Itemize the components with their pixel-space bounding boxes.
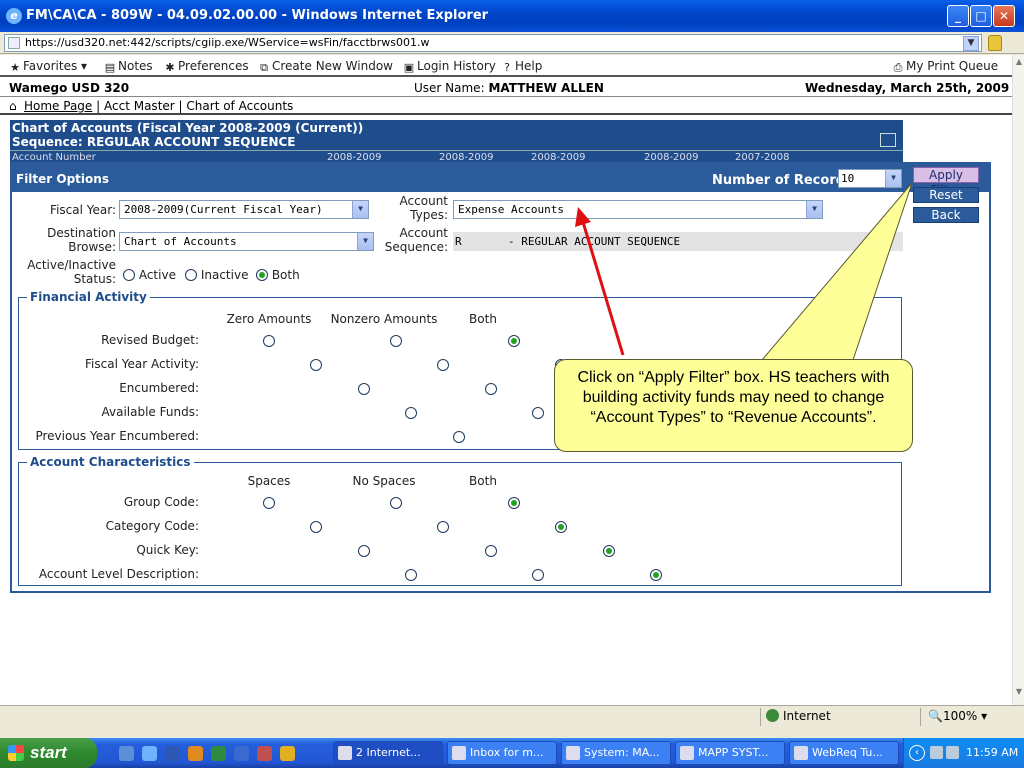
excel-icon[interactable] [211,746,226,761]
clock-app-icon[interactable] [280,746,295,761]
mapp-icon [680,746,694,760]
globe-icon [766,709,779,722]
start-label: start [30,743,67,762]
ie-quicklaunch-icon[interactable] [142,746,157,761]
task-system[interactable]: System: MA... [561,741,671,765]
red-arrow-head [575,207,591,227]
system-icon [566,746,580,760]
app-icon[interactable] [257,746,272,761]
outlook-icon[interactable] [188,746,203,761]
red-arrow-line [581,221,625,356]
status-separator [760,708,761,726]
browser-content: ★ Favorites ▾ ▤ Notes ✱ Preferences ⧉ Create… [0,55,1012,705]
word-doc-icon [794,746,808,760]
task-inbox[interactable]: Inbox for m... [447,741,557,765]
chevron-left-icon[interactable]: ‹ [909,745,925,761]
quicklaunch-icon[interactable] [119,746,134,761]
address-input[interactable]: https://usd320.net:442/scripts/cgiip.exe… [4,34,982,52]
minimize-button[interactable]: _ [947,5,969,27]
status-separator [920,708,921,726]
address-bar: https://usd320.net:442/scripts/cgiip.exe… [0,32,1024,54]
ie-icon [338,746,352,760]
zoom-control[interactable]: 🔍100% ▾ [928,709,987,723]
zone-label: Internet [783,709,831,723]
maximize-button[interactable]: □ [970,5,992,27]
search-icon[interactable] [234,746,249,761]
taskbar: start 2 Internet... Inbox for m... Syste… [0,738,1024,768]
address-dropdown-icon[interactable]: ▼ [963,36,979,51]
word-icon[interactable] [165,746,180,761]
task-label: 2 Internet... [356,746,421,759]
start-button[interactable]: start [0,738,97,768]
task-label: WebReq Tu... [812,746,883,759]
status-bar: Internet 🔍100% ▾ [0,705,1024,727]
callout-box: Click on “Apply Filter” box. HS teachers… [554,359,913,452]
task-webreq[interactable]: WebReq Tu... [789,741,899,765]
page-icon [8,37,20,49]
window-title-bar: e FM\CA\CA - 809W - 04.09.02.00.00 - Win… [0,0,1024,32]
window-title: FM\CA\CA - 809W - 04.09.02.00.00 - Windo… [26,8,489,23]
task-mapp[interactable]: MAPP SYST... [675,741,785,765]
scroll-down-icon[interactable]: ▼ [1013,687,1024,699]
callout-pointer [760,182,913,361]
close-button[interactable]: ✕ [993,5,1015,27]
mail-icon [452,746,466,760]
windows-logo-icon [8,745,24,761]
task-label: MAPP SYST... [698,746,769,759]
ie-icon: e [6,8,22,24]
zoom-value: 100% [942,709,978,723]
scroll-up-icon[interactable]: ▲ [1013,57,1024,69]
tray-icon[interactable] [930,746,943,759]
vertical-scrollbar[interactable]: ▲ ▼ [1012,55,1024,705]
security-zone: Internet [766,709,831,723]
network-icon[interactable] [946,746,959,759]
task-label: Inbox for m... [470,746,544,759]
task-internet[interactable]: 2 Internet... [333,741,443,765]
task-label: System: MA... [584,746,660,759]
clock: 11:59 AM [966,746,1019,759]
system-tray: ‹ 11:59 AM [903,738,1024,768]
lock-icon[interactable] [988,35,1002,51]
